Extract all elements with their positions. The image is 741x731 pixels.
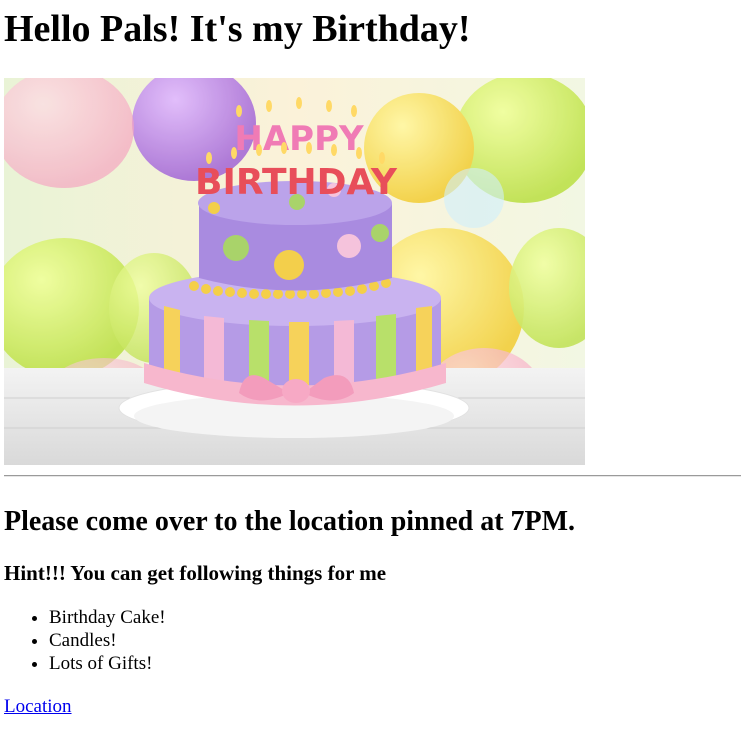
gift-list: Birthday Cake! Candles! Lots of Gifts!	[4, 606, 741, 675]
page-title: Hello Pals! It's my Birthday!	[4, 8, 471, 50]
hint-heading: Hint!!! You can get following things for…	[4, 561, 387, 585]
cake-illustration: HAPPY BIRTHDAY	[4, 78, 585, 465]
list-item: Candles!	[49, 629, 741, 652]
cake-topper-line2: BIRTHDAY	[195, 162, 398, 203]
cake-topper-line1: HAPPY	[234, 119, 364, 159]
birthday-cake-image: HAPPY BIRTHDAY	[4, 78, 585, 465]
divider	[4, 475, 741, 477]
list-item: Birthday Cake!	[49, 606, 741, 629]
page: Hello Pals! It's my Birthday! HAPPY BIRT…	[0, 0, 741, 718]
list-item: Lots of Gifts!	[49, 652, 741, 675]
location-link[interactable]: Location	[4, 695, 72, 718]
invite-heading: Please come over to the location pinned …	[4, 506, 576, 537]
